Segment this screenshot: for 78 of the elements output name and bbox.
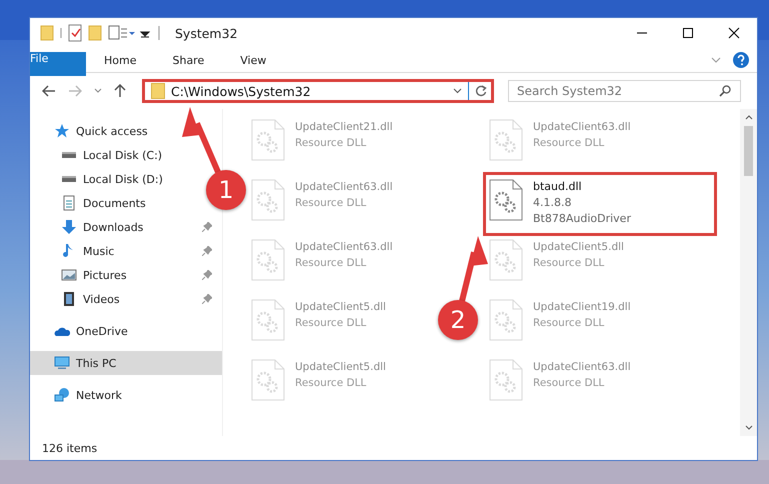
pictures-icon <box>61 267 77 283</box>
search-field[interactable]: Search System32 <box>508 80 741 102</box>
dll-file-icon <box>251 179 285 221</box>
file-type: Resource DLL <box>533 316 606 331</box>
file-type: Resource DLL <box>533 256 606 271</box>
back-arrow-icon[interactable] <box>42 85 56 97</box>
dll-file-icon <box>489 239 523 281</box>
nav-item[interactable]: Documents <box>30 191 156 215</box>
file-item[interactable]: btaud.dll 4.1.8.8 Bt878AudioDriver <box>489 179 631 227</box>
videos-icon <box>61 291 77 307</box>
pin-icon[interactable] <box>202 294 212 304</box>
ribbon-tab[interactable]: File <box>30 52 86 76</box>
chevron-down-icon[interactable] <box>453 88 462 94</box>
search-icon <box>719 85 731 97</box>
nav-item[interactable]: OneDrive <box>30 319 138 343</box>
document-icon <box>61 195 77 211</box>
dll-file-icon <box>489 359 523 401</box>
close-icon <box>728 27 740 39</box>
file-name: UpdateClient63.dll <box>533 120 631 135</box>
pin-icon[interactable] <box>202 222 212 232</box>
file-description: Bt878AudioDriver <box>533 211 631 227</box>
nav-item[interactable]: Music <box>30 239 222 263</box>
file-name: UpdateClient5.dll <box>295 360 386 375</box>
folder-icon <box>151 83 165 99</box>
file-type: Resource DLL <box>295 316 368 331</box>
star-icon <box>54 123 70 139</box>
drive-icon <box>61 176 77 182</box>
scrollbar[interactable] <box>740 109 757 436</box>
dll-file-icon <box>489 179 523 221</box>
pin-icon[interactable] <box>202 246 212 256</box>
window-title: System32 <box>175 26 238 40</box>
nav-item[interactable]: Local Disk (C:) <box>30 143 172 167</box>
nav-item[interactable]: Downloads <box>30 215 222 239</box>
file-name: UpdateClient63.dll <box>295 180 393 195</box>
file-type: Resource DLL <box>295 136 368 151</box>
network-icon <box>54 387 70 403</box>
nav-item[interactable]: Network <box>30 383 132 407</box>
up-arrow-icon[interactable] <box>114 84 126 98</box>
file-name: UpdateClient5.dll <box>295 300 386 315</box>
pc-icon <box>54 355 70 371</box>
dll-file-icon <box>251 359 285 401</box>
scroll-down-icon[interactable] <box>744 425 752 430</box>
address-bar[interactable]: C:\Windows\System32 <box>142 79 494 103</box>
nav-item[interactable]: Videos <box>30 287 222 311</box>
refresh-icon[interactable] <box>475 85 487 97</box>
file-type: Resource DLL <box>533 136 606 151</box>
dll-file-icon <box>489 119 523 161</box>
file-name: UpdateClient63.dll <box>533 360 631 375</box>
file-version: 4.1.8.8 <box>533 195 572 211</box>
nav-item[interactable]: This PC <box>30 351 222 375</box>
file-type: Resource DLL <box>295 376 368 391</box>
drive-icon <box>61 152 77 158</box>
dll-file-icon <box>251 239 285 281</box>
file-type: Resource DLL <box>295 256 368 271</box>
scroll-thumb[interactable] <box>744 126 753 176</box>
ribbon-tab[interactable]: Home <box>86 48 154 72</box>
nav-item[interactable]: Quick access <box>30 119 158 143</box>
chevron-down-icon[interactable] <box>94 88 102 94</box>
ribbon-tab[interactable]: Share <box>154 48 222 72</box>
scroll-up-icon[interactable] <box>744 115 752 120</box>
maximize-icon <box>682 27 694 39</box>
dll-file-icon <box>489 299 523 341</box>
dll-file-icon <box>251 119 285 161</box>
pin-icon[interactable] <box>202 270 212 280</box>
file-name: UpdateClient19.dll <box>533 300 631 315</box>
nav-item[interactable]: Pictures <box>30 263 222 287</box>
help-icon[interactable] <box>733 52 749 68</box>
file-type: Resource DLL <box>533 376 606 391</box>
nav-item[interactable]: Local Disk (D:) <box>30 167 173 191</box>
download-icon <box>61 219 77 235</box>
ribbon-tab[interactable]: View <box>222 48 284 72</box>
dll-file-icon <box>251 299 285 341</box>
file-name: UpdateClient63.dll <box>295 240 393 255</box>
file-name: UpdateClient5.dll <box>533 240 624 255</box>
item-count: 126 items <box>42 442 98 454</box>
file-name: btaud.dll <box>533 179 583 195</box>
file-name: UpdateClient21.dll <box>295 120 393 135</box>
file-type: Resource DLL <box>295 196 368 211</box>
